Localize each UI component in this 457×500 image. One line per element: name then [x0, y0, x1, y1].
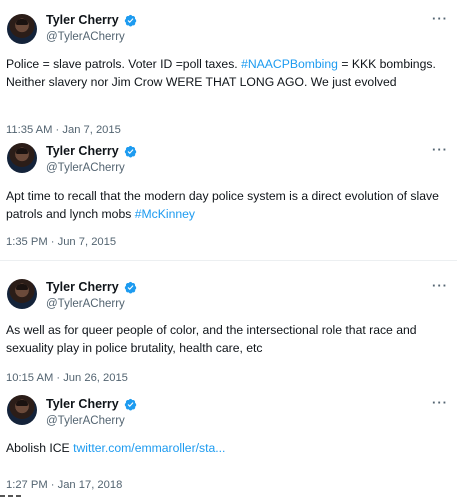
author-name[interactable]: Tyler Cherry	[46, 280, 119, 294]
tweet-link[interactable]: twitter.com/emmaroller/sta...	[73, 441, 225, 455]
avatar[interactable]	[7, 279, 37, 309]
tweet-text: Police = slave patrols. Voter ID =poll t…	[6, 57, 436, 89]
author-handle[interactable]: @TylerACherry	[46, 31, 125, 43]
author-handle[interactable]: @TylerACherry	[46, 298, 125, 310]
verified-badge-icon	[124, 145, 136, 157]
divider	[0, 260, 457, 261]
tweet-timestamp[interactable]: 1:27 PM · Jan 17, 2018	[6, 479, 122, 491]
tweet-timestamp[interactable]: 1:35 PM · Jun 7, 2015	[6, 236, 116, 248]
hashtag-link[interactable]: #McKinney	[135, 207, 195, 221]
verified-badge-icon	[124, 398, 136, 410]
avatar[interactable]	[7, 14, 37, 44]
tweet-text: Abolish ICE twitter.com/emmaroller/sta..…	[6, 441, 226, 455]
avatar[interactable]	[7, 143, 37, 173]
tweet-text: As well as for queer people of color, an…	[6, 323, 417, 355]
corner-artifact	[0, 495, 21, 497]
verified-badge-icon	[124, 281, 136, 293]
tweet-timestamp[interactable]: 10:15 AM · Jun 26, 2015	[6, 372, 128, 384]
tweet-text: Apt time to recall that the modern day p…	[6, 189, 439, 221]
hashtag-link[interactable]: #NAACPBombing	[241, 57, 338, 71]
more-options-icon[interactable]: ···	[432, 142, 448, 157]
author-handle[interactable]: @TylerACherry	[46, 415, 125, 427]
author-name[interactable]: Tyler Cherry	[46, 144, 119, 158]
more-options-icon[interactable]: ···	[432, 11, 448, 26]
author-name[interactable]: Tyler Cherry	[46, 13, 119, 27]
verified-badge-icon	[124, 14, 136, 26]
avatar[interactable]	[7, 395, 37, 425]
tweet-timestamp[interactable]: 11:35 AM · Jan 7, 2015	[6, 124, 121, 136]
author-name[interactable]: Tyler Cherry	[46, 397, 119, 411]
author-handle[interactable]: @TylerACherry	[46, 162, 125, 174]
more-options-icon[interactable]: ···	[432, 278, 448, 293]
more-options-icon[interactable]: ···	[432, 395, 448, 410]
